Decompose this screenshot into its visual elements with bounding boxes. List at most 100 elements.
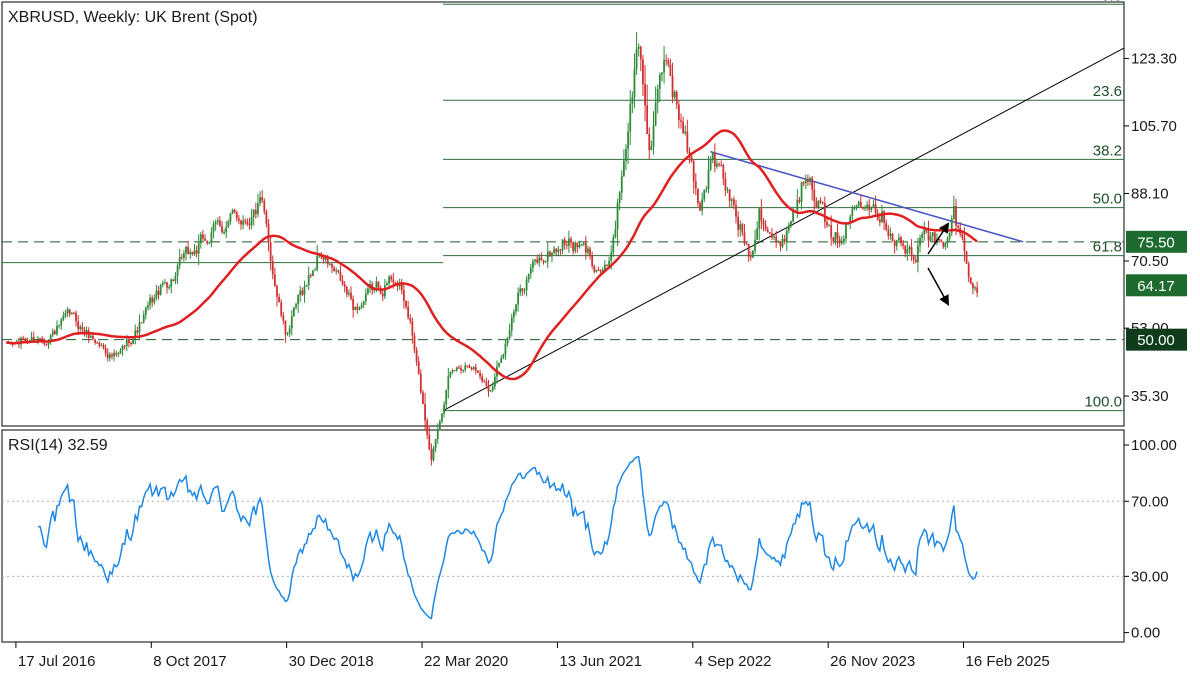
candle — [108, 352, 111, 362]
candle — [493, 372, 496, 390]
candle — [316, 244, 319, 272]
candle — [974, 285, 976, 292]
candle — [419, 369, 422, 395]
candle — [694, 173, 697, 196]
candle — [787, 222, 790, 234]
candle — [756, 221, 759, 241]
candle — [508, 323, 511, 341]
candle — [487, 379, 490, 397]
candle — [563, 237, 566, 250]
candle — [517, 287, 520, 312]
candle — [616, 198, 619, 247]
candle — [271, 255, 274, 280]
candle — [532, 258, 534, 273]
candle — [680, 113, 682, 129]
candle — [362, 300, 365, 309]
candle — [41, 335, 44, 344]
candle — [102, 343, 105, 350]
candle — [540, 252, 543, 261]
moving-average — [5, 129, 978, 381]
candle — [574, 240, 577, 254]
candle — [172, 279, 175, 282]
candle — [919, 234, 921, 253]
price-tick-label: 123.30 — [1131, 50, 1177, 67]
candle — [845, 223, 847, 244]
candle — [553, 246, 555, 255]
candle — [312, 269, 314, 277]
candle — [87, 327, 90, 343]
candle — [341, 275, 344, 286]
candle — [149, 294, 151, 310]
candle — [183, 249, 185, 262]
candle — [859, 194, 862, 208]
candle — [629, 90, 632, 146]
candle — [639, 45, 642, 72]
candle — [53, 329, 56, 335]
candle — [620, 170, 623, 201]
candle — [288, 325, 291, 338]
candle — [337, 269, 340, 274]
candle — [438, 419, 441, 431]
candle — [413, 332, 416, 354]
candle — [510, 313, 513, 337]
candle — [868, 198, 871, 219]
candle — [49, 334, 52, 345]
candle — [612, 234, 615, 257]
candle — [199, 232, 202, 249]
rsi-series — [2, 456, 1124, 620]
candle — [142, 310, 145, 324]
candle — [248, 217, 251, 230]
candle — [415, 347, 418, 366]
fib-level-label: 0.0 — [1101, 0, 1122, 4]
candle — [358, 306, 361, 311]
candle — [576, 242, 579, 253]
candle — [739, 220, 742, 237]
candle — [176, 263, 179, 285]
candle — [523, 288, 526, 295]
candle — [223, 228, 226, 235]
candle — [737, 211, 740, 238]
candle — [195, 245, 198, 258]
candle — [350, 286, 352, 301]
candle — [396, 280, 399, 292]
candle — [100, 343, 103, 347]
rsi-y-axis: 100.00 70.00 30.00 0.00 — [1124, 437, 1177, 642]
candle — [972, 282, 974, 295]
candle — [426, 417, 429, 439]
candle — [45, 343, 48, 347]
candle — [722, 163, 725, 186]
candle — [284, 320, 287, 343]
candle — [819, 197, 822, 204]
rsi-title: RSI(14) 32.59 — [8, 437, 108, 454]
candle — [278, 293, 281, 303]
candle — [286, 332, 289, 336]
moving-average-line — [5, 129, 978, 381]
candle — [906, 242, 909, 261]
candle — [872, 200, 875, 209]
candle — [121, 344, 124, 357]
candle — [713, 143, 716, 173]
candle — [606, 264, 608, 267]
candle — [75, 310, 77, 327]
candle — [504, 338, 507, 360]
candle — [595, 269, 598, 273]
candle — [468, 364, 471, 369]
candle — [155, 284, 158, 301]
candle — [403, 283, 405, 309]
candle — [218, 216, 221, 228]
candle — [360, 302, 363, 309]
candle — [807, 174, 809, 186]
candle — [455, 366, 458, 372]
candle — [548, 250, 551, 257]
candle — [758, 206, 761, 241]
candle — [83, 327, 86, 337]
candle — [512, 309, 515, 323]
candle — [22, 335, 25, 341]
candle — [952, 195, 955, 221]
candle — [481, 373, 484, 384]
candle — [144, 306, 147, 320]
candle — [707, 155, 710, 194]
candle — [153, 294, 156, 305]
fib-level-label: 50.0 — [1093, 191, 1122, 208]
candle — [864, 205, 866, 212]
